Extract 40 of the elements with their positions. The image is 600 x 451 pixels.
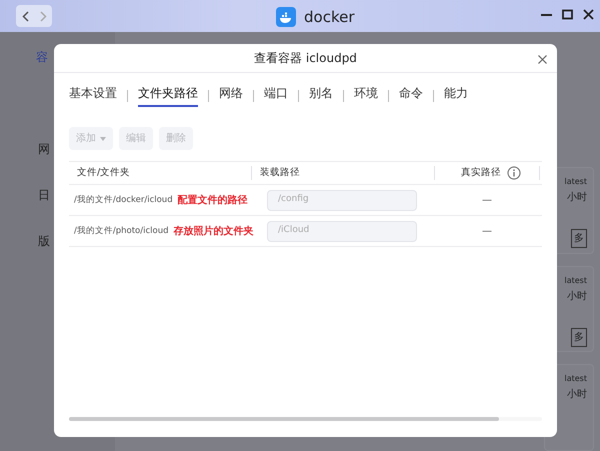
more-button[interactable]: 多 [571, 229, 587, 248]
info-icon[interactable] [507, 166, 521, 180]
tab[interactable]: 能力 [444, 84, 468, 107]
window-title: docker [304, 7, 354, 28]
image-tag: latest [564, 373, 587, 386]
uptime-text: 小时 [567, 388, 587, 402]
annotation-text: 配置文件的路径 [178, 194, 248, 208]
whale-app-icon [276, 7, 296, 28]
table-cell: /我的文件/photo/icloud [74, 224, 168, 238]
input-field[interactable]: /config [267, 190, 417, 210]
sidebar-item[interactable]: 容 [36, 48, 48, 66]
sidebar-item[interactable]: 版 [38, 232, 50, 250]
close-icon[interactable] [538, 55, 547, 64]
table-cell: /我的文件/docker/icloud [74, 194, 173, 206]
chevron-left-icon [22, 10, 28, 22]
column-header: 文件/文件夹 [77, 166, 130, 180]
sidebar-item[interactable]: 日 [38, 186, 50, 204]
tab[interactable]: 命令 [399, 84, 423, 107]
column-header: 装载路径 [260, 166, 300, 180]
more-button[interactable]: 多 [571, 328, 587, 347]
input-field[interactable]: /iCloud [267, 220, 417, 242]
uptime-text: 小时 [567, 190, 587, 205]
close-icon[interactable] [583, 9, 594, 20]
tab[interactable]: 基本设置 [69, 84, 117, 107]
tab[interactable]: 别名 [309, 84, 333, 107]
column-header: 真实路径 [461, 166, 501, 180]
tab[interactable]: 文件夹路径 [138, 84, 198, 107]
maximize-icon[interactable] [562, 9, 573, 20]
table-cell-text: — [482, 194, 492, 208]
table-cell-text: — [482, 224, 492, 238]
annotation-text: 存放照片的文件夹 [174, 224, 254, 238]
image-tag: latest [564, 176, 587, 188]
uptime-text: 小时 [567, 290, 587, 304]
chevron-right-icon [40, 10, 46, 22]
tab[interactable]: 端口 [264, 84, 288, 107]
tab[interactable]: 网络 [219, 84, 243, 107]
tab[interactable]: 环境 [354, 84, 378, 107]
image-tag: latest [564, 274, 587, 287]
dialog-title: 查看容器 icloudpd [254, 50, 357, 67]
sidebar-item[interactable]: 网 [38, 140, 50, 158]
